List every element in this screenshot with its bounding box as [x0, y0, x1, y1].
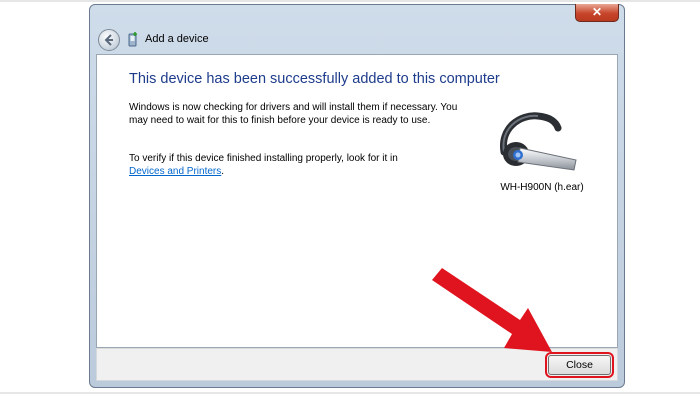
close-button[interactable]: Close: [545, 352, 614, 378]
verify-info-text: To verify if this device finished instal…: [129, 152, 459, 178]
devices-and-printers-link[interactable]: Devices and Printers: [129, 166, 221, 177]
window-title: Add a device: [145, 33, 209, 45]
page-heading: This device has been successfully added …: [129, 71, 500, 87]
top-frame-line: [0, 0, 700, 2]
back-arrow-button[interactable]: [98, 29, 120, 51]
window-close-button[interactable]: ✕: [575, 4, 619, 22]
verify-text-prefix: To verify if this device finished instal…: [129, 153, 398, 164]
driver-info-text: Windows is now checking for drivers and …: [129, 102, 458, 126]
red-arrow-annotation: [432, 268, 552, 352]
device-name: WH-H900N (h.ear): [500, 182, 584, 193]
headset-icon: [500, 112, 577, 171]
back-arrow-icon: [104, 34, 113, 46]
verify-text-suffix: .: [221, 166, 225, 177]
add-device-icon: [128, 32, 137, 47]
